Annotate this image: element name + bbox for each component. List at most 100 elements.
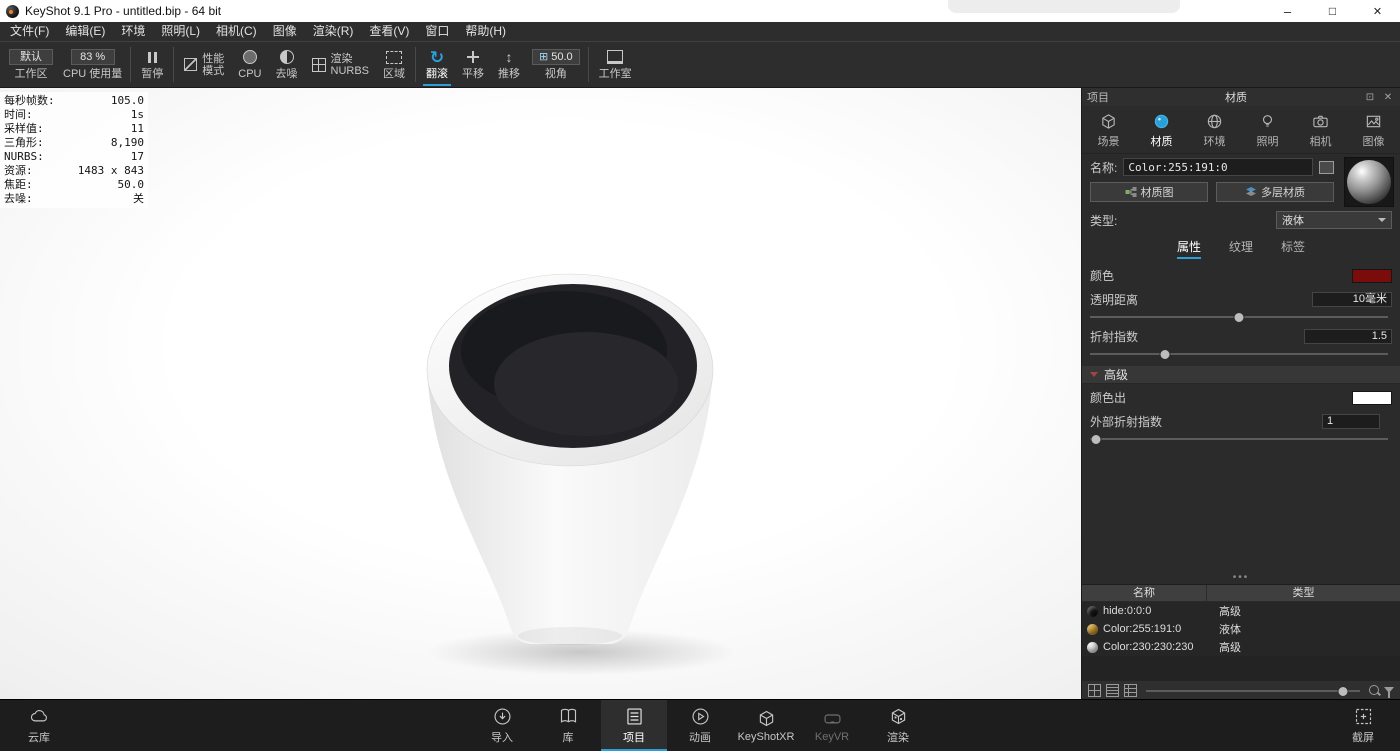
cloud-library-button[interactable]: 云库 (10, 700, 68, 751)
performance-mode-button[interactable]: 性能 模式 (177, 42, 231, 87)
thumbnail-size-slider[interactable] (1146, 685, 1360, 696)
menu-camera[interactable]: 相机(C) (208, 22, 265, 41)
performance-label-1: 性能 (202, 53, 224, 65)
cpu-usage-group[interactable]: 83 % CPU 使用量 (58, 42, 127, 87)
fov-value[interactable]: 50.0 (551, 50, 572, 64)
studio-button[interactable]: 工作室 (592, 42, 639, 87)
studio-label: 工作室 (599, 68, 632, 80)
tab-camera[interactable]: 相机 (1294, 109, 1347, 153)
close-panel-icon[interactable]: ✕ (1381, 92, 1395, 103)
panel-page-title: 材质 (1113, 89, 1359, 105)
cpu-usage-value[interactable]: 83 % (71, 49, 115, 65)
menu-render[interactable]: 渲染(R) (305, 22, 362, 41)
column-type[interactable]: 类型 (1207, 585, 1400, 601)
color-swatch[interactable] (1352, 269, 1392, 283)
tab-scene[interactable]: 场景 (1082, 109, 1135, 153)
region-button[interactable]: 区域 (376, 42, 412, 87)
pause-button[interactable]: 暂停 (134, 42, 170, 87)
undock-panel-icon[interactable]: ⊡ (1363, 92, 1377, 103)
material-template-icon[interactable] (1319, 161, 1334, 174)
material-list-row[interactable]: Color:255:191:0 液体 (1082, 620, 1400, 638)
splitter-handle[interactable]: ••• (1082, 572, 1400, 583)
workspace-value[interactable]: 默认 (9, 49, 53, 65)
workspace-group[interactable]: 默认 工作区 (4, 42, 58, 87)
column-name[interactable]: 名称 (1082, 585, 1207, 601)
ior-row: 折射指数 1.5 (1082, 323, 1400, 347)
image-icon (1365, 113, 1382, 130)
filter-icon[interactable] (1384, 687, 1394, 693)
transparency-slider-handle[interactable] (1234, 312, 1245, 323)
render-nurbs-button[interactable]: 渲染 NURBS (305, 42, 377, 87)
subtab-textures[interactable]: 纹理 (1229, 238, 1253, 259)
cpu-mode-button[interactable]: CPU (231, 42, 268, 87)
animation-button[interactable]: 动画 (667, 700, 733, 751)
outside-ior-value[interactable]: 1 (1322, 414, 1380, 429)
pan-button[interactable]: 平移 (455, 42, 491, 87)
denoise-button[interactable]: 去噪 (269, 42, 305, 87)
subtab-labels[interactable]: 标签 (1281, 238, 1305, 259)
view-grid-icon[interactable] (1088, 684, 1101, 697)
app-logo-icon (6, 5, 19, 18)
render-button[interactable]: 渲染 (865, 700, 931, 751)
library-button[interactable]: 库 (535, 700, 601, 751)
subtab-properties[interactable]: 属性 (1177, 238, 1201, 259)
material-preview[interactable] (1344, 157, 1394, 207)
tab-material[interactable]: 材质 (1135, 109, 1188, 153)
realtime-viewport[interactable]: 每秒帧数:105.0 时间:1s 采样值:11 三角形:8,190 NURBS:… (0, 88, 1081, 699)
tab-image[interactable]: 图像 (1347, 109, 1400, 153)
cpu-usage-label: CPU 使用量 (63, 68, 122, 80)
menu-lighting[interactable]: 照明(L) (153, 22, 208, 41)
material-type-row: 类型: 液体 (1082, 207, 1400, 231)
ior-slider[interactable] (1090, 348, 1388, 359)
maximize-button[interactable] (1310, 0, 1355, 22)
tab-lighting[interactable]: 照明 (1241, 109, 1294, 153)
material-graph-button[interactable]: 材质图 (1090, 182, 1208, 202)
color-out-swatch[interactable] (1352, 391, 1392, 405)
viewport-stats-overlay: 每秒帧数:105.0 时间:1s 采样值:11 三角形:8,190 NURBS:… (0, 92, 148, 208)
material-name-input[interactable]: Color:255:191:0 (1123, 158, 1313, 176)
chevron-down-icon (1378, 218, 1386, 222)
project-button[interactable]: 项目 (601, 700, 667, 751)
menu-help[interactable]: 帮助(H) (457, 22, 514, 41)
nurbs-label-1: 渲染 (331, 53, 353, 65)
material-list-row[interactable]: hide:0:0:0 高级 (1082, 602, 1400, 620)
view-list-icon[interactable] (1106, 684, 1119, 697)
ior-value[interactable]: 1.5 (1304, 329, 1392, 344)
thumbnail-size-handle[interactable] (1337, 686, 1348, 697)
title-bar: KeyShot 9.1 Pro - untitled.bip - 64 bit (0, 0, 1400, 22)
outside-ior-slider[interactable] (1090, 433, 1388, 444)
view-tree-icon[interactable] (1124, 684, 1137, 697)
menu-file[interactable]: 文件(F) (2, 22, 57, 41)
screenshot-button[interactable]: 截屏 (1332, 700, 1394, 751)
transparency-value[interactable]: 10毫米 (1312, 292, 1392, 307)
menu-edit[interactable]: 编辑(E) (57, 22, 113, 41)
material-type-select[interactable]: 液体 (1276, 211, 1392, 229)
keyvr-button[interactable]: KeyVR (799, 700, 865, 751)
minimize-button[interactable] (1265, 0, 1310, 22)
import-button[interactable]: 导入 (469, 700, 535, 751)
multi-material-button[interactable]: 多层材质 (1216, 182, 1334, 202)
transparency-slider[interactable] (1090, 311, 1388, 322)
tab-environment[interactable]: 环境 (1188, 109, 1241, 153)
stat-row: 三角形:8,190 (4, 136, 144, 150)
nurbs-label-2: NURBS (331, 65, 370, 77)
fov-group[interactable]: 50.0 视角 (527, 42, 585, 87)
outside-ior-slider-handle[interactable] (1090, 434, 1101, 445)
material-graph-icon (1125, 186, 1137, 198)
rendered-cup-model[interactable] (360, 238, 790, 699)
toolbar-separator (130, 47, 131, 82)
menu-window[interactable]: 窗口 (417, 22, 457, 41)
menu-environment[interactable]: 环境 (113, 22, 153, 41)
dolly-button[interactable]: 推移 (491, 42, 527, 87)
material-list-row[interactable]: Color:230:230:230 高级 (1082, 638, 1400, 656)
search-icon[interactable] (1369, 685, 1379, 695)
menu-image[interactable]: 图像 (265, 22, 305, 41)
tumble-button[interactable]: 翻滚 (419, 42, 455, 87)
keyshotxr-button[interactable]: KeyShotXR (733, 700, 799, 751)
menu-view[interactable]: 查看(V) (361, 22, 417, 41)
advanced-section-header[interactable]: 高级 (1082, 365, 1400, 384)
scene-icon (1100, 113, 1117, 130)
stat-row: 时间:1s (4, 108, 144, 122)
close-button[interactable] (1355, 0, 1400, 22)
ior-slider-handle[interactable] (1159, 349, 1170, 360)
